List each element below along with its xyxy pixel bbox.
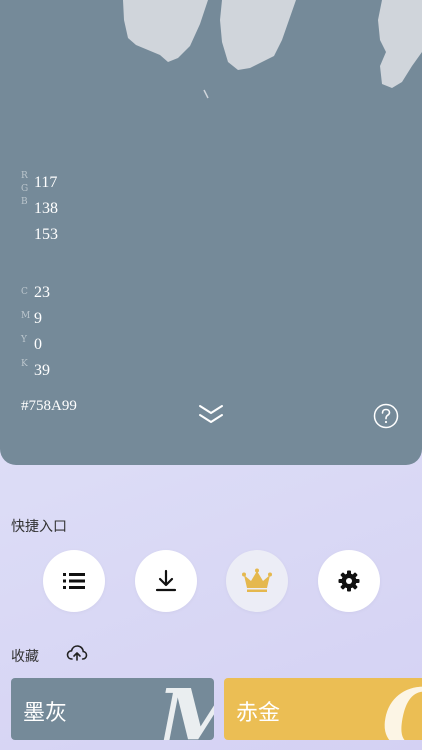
crown-icon [242,568,272,592]
rgb-label-g: G [21,184,29,194]
rgb-value-g: 138 [34,200,58,217]
favorite-card-chijin[interactable]: C 赤金 [224,678,422,740]
cmyk-value-k: 39 [34,362,50,379]
cmyk-label-c: C [21,287,28,297]
color-detail-card: R G B 117 138 153 C M Y K 23 9 0 39 #758… [0,0,422,465]
rgb-values: 117 138 153 [34,170,58,248]
cmyk-values: 23 9 0 39 [34,280,50,384]
rgb-value-r: 117 [34,174,58,191]
favorite-card-watermark: M [157,678,214,740]
cmyk-value-y: 0 [34,336,42,353]
rgb-labels: R G B [21,170,29,209]
hex-value[interactable]: #758A99 [21,398,77,415]
favorite-card-name: 墨灰 [23,701,68,726]
cmyk-value-c: 23 [34,284,50,301]
favorite-card-watermark: C [382,678,422,740]
rgb-label-r: R [21,171,28,181]
download-button[interactable] [135,550,197,612]
download-icon [155,569,177,592]
quick-entry-title: 快捷入口 [11,519,67,535]
gear-icon [338,570,360,592]
list-icon [63,573,85,589]
cmyk-labels: C M Y K [21,280,31,376]
brush-stroke-decoration [123,0,422,99]
premium-button[interactable] [226,550,288,612]
cloud-sync-icon[interactable] [66,644,88,662]
cmyk-label-k: K [21,359,28,369]
settings-button[interactable] [318,550,380,612]
cmyk-label-m: M [21,311,31,321]
favorite-card-mohui[interactable]: M 墨灰 [11,678,214,740]
rgb-value-b: 153 [34,226,58,243]
list-button[interactable] [43,550,105,612]
rgb-label-b: B [21,197,28,207]
favorites-title: 收藏 [11,649,39,665]
favorite-card-name: 赤金 [236,701,281,726]
double-chevron-down-icon[interactable] [198,403,224,425]
cmyk-value-m: 9 [34,310,42,327]
cmyk-label-y: Y [21,335,27,345]
help-icon[interactable] [373,403,399,429]
